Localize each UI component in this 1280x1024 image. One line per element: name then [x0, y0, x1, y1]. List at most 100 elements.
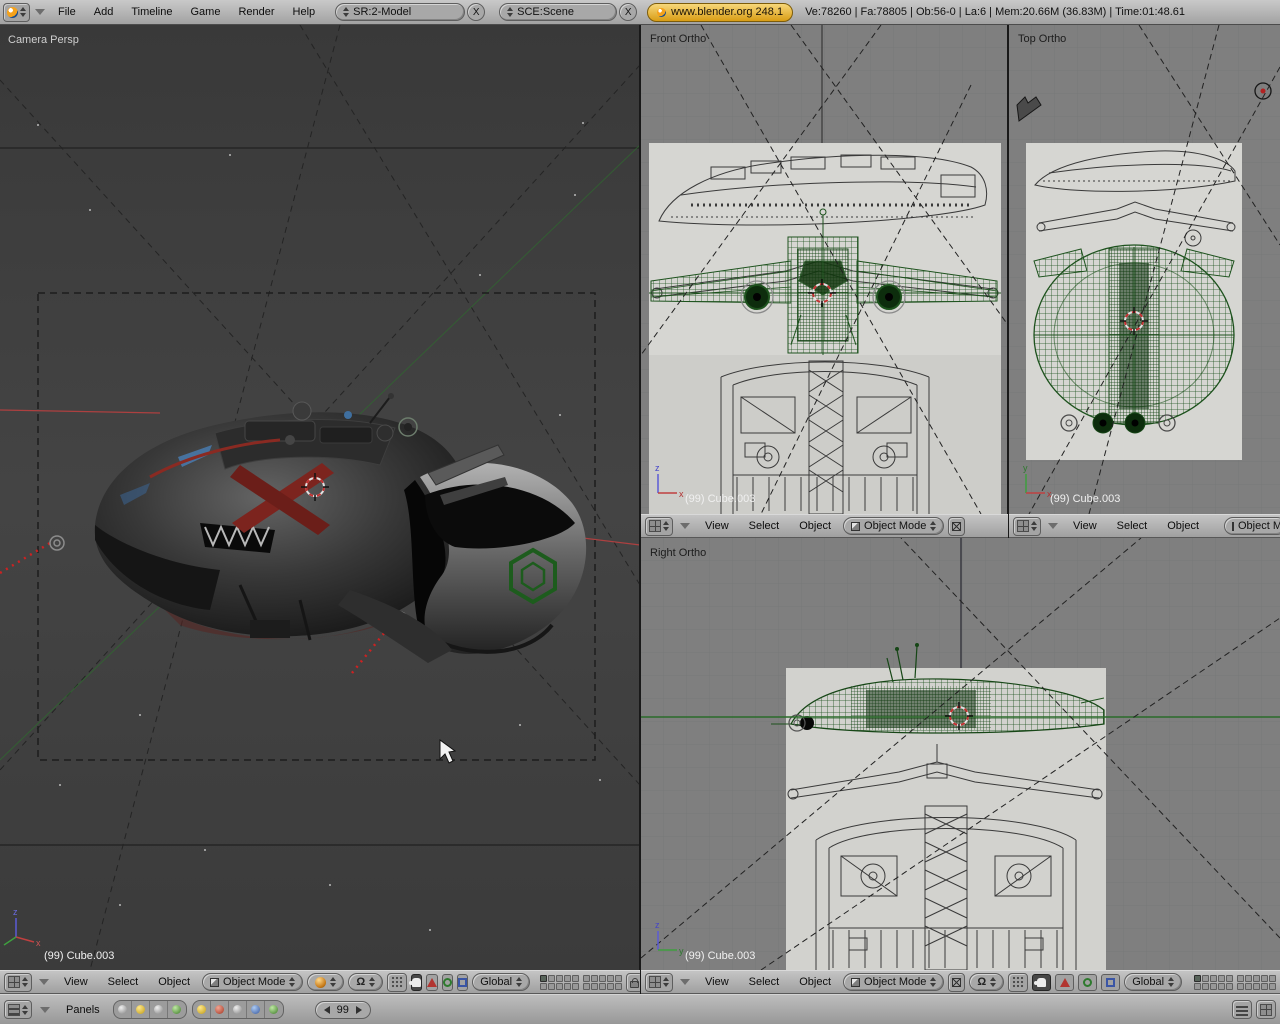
select-menu[interactable]: Select	[741, 520, 788, 532]
scene-close-button[interactable]: X	[619, 3, 638, 21]
top-viewport[interactable]: Top Ortho y x (99) Cube.003	[1009, 25, 1280, 514]
pivot-dropdown[interactable]: Ω	[348, 973, 384, 991]
layer-buttons[interactable]	[1194, 974, 1276, 990]
lock-button[interactable]	[626, 972, 640, 992]
menu-file[interactable]: File	[50, 6, 84, 18]
view-menu[interactable]: View	[56, 976, 96, 988]
mode-dropdown[interactable]: Object Mode	[843, 973, 945, 991]
axis-z-label: z	[13, 907, 18, 917]
shading-button[interactable]	[150, 1001, 168, 1018]
textured-draw-icon	[315, 976, 327, 988]
axis-x-label: x	[36, 938, 41, 948]
view-menu[interactable]: View	[697, 520, 737, 532]
header-menu-collapse-icon[interactable]	[39, 979, 49, 985]
orientation-label: Global	[1132, 976, 1165, 988]
context-buttons-group	[112, 1000, 187, 1019]
orientation-dropdown[interactable]: Global	[1124, 973, 1183, 991]
editor-type-button[interactable]	[4, 972, 32, 992]
blender-logo-icon	[7, 6, 18, 18]
frame-next-icon[interactable]	[355, 1005, 362, 1014]
object-menu[interactable]: Object	[791, 976, 839, 988]
screen-selector[interactable]: SR:2-Model	[335, 3, 466, 21]
rotate-manipulator-toggle[interactable]	[442, 973, 454, 991]
translate-manipulator-toggle[interactable]	[426, 973, 439, 991]
header-menu-collapse-icon[interactable]	[680, 979, 690, 985]
green-circle-icon	[1083, 977, 1093, 987]
window-type-button[interactable]	[3, 2, 30, 22]
right-viewport-canvas[interactable]: Right Ortho z y (99) Cube.003	[641, 538, 1280, 970]
texture-button[interactable]	[229, 1001, 247, 1018]
dots-grid-icon	[391, 976, 404, 988]
frame-number[interactable]: 99	[337, 1004, 349, 1016]
lamp-button[interactable]	[193, 1001, 211, 1018]
spinner-arrows-icon	[343, 7, 350, 17]
draw-type-dropdown[interactable]	[307, 973, 345, 991]
frame-prev-icon[interactable]	[323, 1005, 330, 1014]
mode-dropdown[interactable]: Object Mode	[202, 973, 304, 991]
object-menu[interactable]: Object	[1159, 520, 1207, 532]
front-viewport[interactable]: Front Ortho z x (99) Cube.003	[641, 25, 1008, 514]
object-menu[interactable]: Object	[791, 520, 839, 532]
menu-add[interactable]: Add	[86, 6, 122, 18]
object-button[interactable]	[168, 1001, 186, 1018]
manipulator-toggle[interactable]	[1032, 973, 1052, 991]
object-mode-icon	[851, 977, 861, 987]
orientation-dropdown[interactable]: Global	[472, 973, 531, 991]
pivot-dropdown[interactable]: Ω	[969, 973, 1005, 991]
menu-timeline[interactable]: Timeline	[123, 6, 180, 18]
header-collapse-icon[interactable]	[35, 9, 45, 15]
header-menu-collapse-icon[interactable]	[680, 523, 690, 529]
sliders-button[interactable]	[1232, 1000, 1252, 1019]
menu-game[interactable]: Game	[182, 6, 228, 18]
rotate-manipulator-toggle[interactable]	[1078, 973, 1098, 991]
viewport-separator[interactable]	[1007, 25, 1009, 538]
hand-icon	[409, 977, 422, 987]
frame-stepper[interactable]: 99	[314, 1000, 371, 1019]
radiosity-button[interactable]	[247, 1001, 265, 1018]
header-right-icons	[1232, 1000, 1276, 1019]
viewport-separator[interactable]	[639, 25, 641, 994]
draw-type-button[interactable]	[948, 516, 966, 536]
right-viewport[interactable]: Right Ortho z y (99) Cube.003	[641, 538, 1280, 970]
editor-type-button[interactable]	[645, 516, 673, 536]
translate-manipulator-toggle[interactable]	[1055, 973, 1075, 991]
select-menu[interactable]: Select	[741, 976, 788, 988]
layer-buttons[interactable]	[540, 974, 623, 990]
view-menu[interactable]: View	[1065, 520, 1105, 532]
script-button[interactable]	[132, 1001, 150, 1018]
object-menu[interactable]: Object	[150, 976, 198, 988]
menu-help[interactable]: Help	[285, 6, 324, 18]
world-button[interactable]	[265, 1001, 283, 1018]
material-button[interactable]	[211, 1001, 229, 1018]
editor-type-button[interactable]	[1013, 516, 1041, 536]
mode-dropdown[interactable]: Object Mode	[1224, 517, 1280, 535]
draw-type-button[interactable]	[948, 972, 966, 992]
grid-button[interactable]	[1256, 1000, 1276, 1019]
header-menu-collapse-icon[interactable]	[1048, 523, 1058, 529]
scale-manipulator-toggle[interactable]	[457, 973, 469, 991]
camera-viewport[interactable]: Camera Persp z x (99) Cube.003	[0, 25, 640, 970]
editor-type-button[interactable]	[645, 972, 673, 992]
header-menu-collapse-icon[interactable]	[40, 1006, 50, 1013]
menu-render[interactable]: Render	[230, 6, 282, 18]
view-menu[interactable]: View	[697, 976, 737, 988]
proportional-edit-button[interactable]	[387, 972, 408, 992]
viewport-label: Right Ortho	[650, 547, 706, 559]
orientation-label: Global	[480, 976, 513, 988]
scene-selector[interactable]: SCE:Scene	[499, 3, 618, 21]
screen-close-button[interactable]: X	[467, 3, 486, 21]
camera-viewport-canvas[interactable]: Camera Persp z x (99) Cube.003	[0, 25, 640, 970]
manipulator-toggle[interactable]	[409, 973, 423, 991]
mode-dropdown[interactable]: Object Mode	[843, 517, 945, 535]
logic-button[interactable]	[114, 1001, 132, 1018]
select-menu[interactable]: Select	[100, 976, 147, 988]
top-viewport-canvas[interactable]: Top Ortho y x (99) Cube.003	[1009, 25, 1280, 514]
panels-menu[interactable]: Panels	[58, 1004, 108, 1016]
front-viewport-canvas[interactable]: Front Ortho z x (99) Cube.003	[641, 25, 1008, 514]
blue-square-icon	[458, 977, 468, 987]
proportional-edit-button[interactable]	[1008, 972, 1029, 992]
editor-type-button[interactable]	[4, 1000, 32, 1019]
object-icon	[172, 1005, 182, 1014]
select-menu[interactable]: Select	[1109, 520, 1156, 532]
scale-manipulator-toggle[interactable]	[1101, 973, 1121, 991]
